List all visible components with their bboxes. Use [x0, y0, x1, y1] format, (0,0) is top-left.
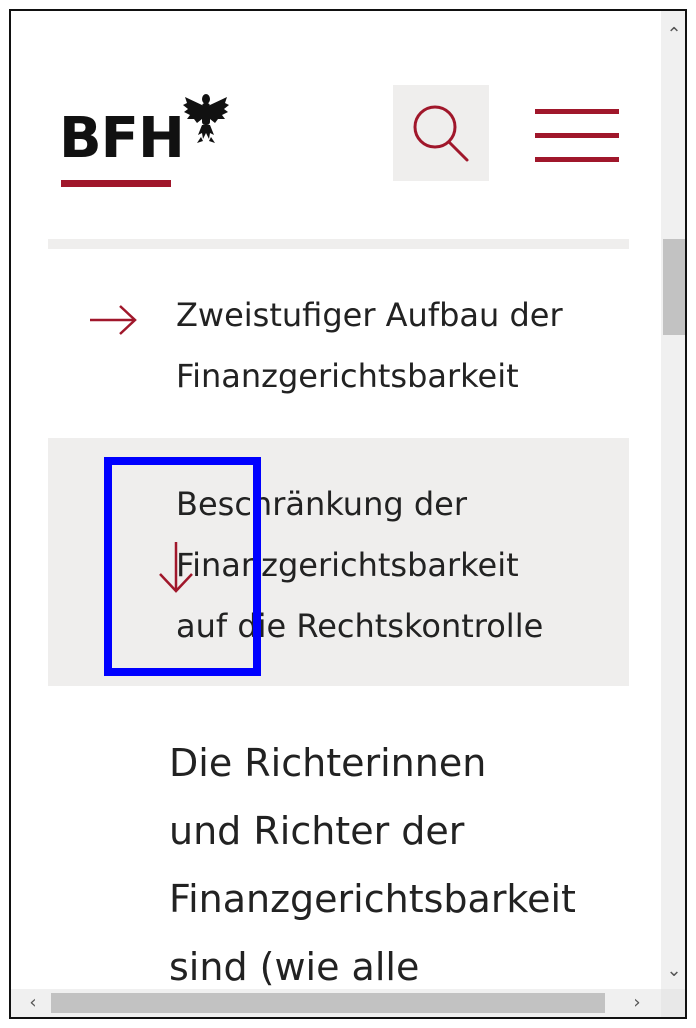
- hamburger-menu-icon: [535, 109, 619, 114]
- horizontal-scroll-thumb[interactable]: [51, 993, 605, 1013]
- nav-divider: [48, 239, 629, 249]
- search-button[interactable]: [393, 85, 489, 181]
- arrow-right-icon: [90, 305, 137, 335]
- vertical-scroll-thumb[interactable]: [663, 239, 685, 335]
- bfh-logo[interactable]: BFH: [59, 91, 239, 191]
- content-paragraph: Die Richterinnen und Richter der Finanzg…: [169, 741, 576, 989]
- highlight-box: [104, 457, 261, 676]
- scrollbar-corner: [661, 989, 685, 1017]
- horizontal-scrollbar[interactable]: ‹ ›: [11, 989, 661, 1017]
- browser-window: BFH Zweistufiger Aufbau der Finanzgerich…: [9, 9, 687, 1019]
- hamburger-line: [535, 133, 619, 138]
- logo-underline: [61, 180, 171, 187]
- hamburger-line: [535, 157, 619, 162]
- vertical-scrollbar[interactable]: ⌃ ⌄: [661, 11, 685, 991]
- federal-eagle-icon: [183, 94, 229, 143]
- logo-text: BFH: [59, 106, 185, 171]
- scroll-right-icon[interactable]: ›: [621, 989, 653, 1017]
- menu-button[interactable]: [531, 103, 619, 163]
- scroll-up-icon[interactable]: ⌃: [661, 15, 685, 55]
- nav-item-zweistufiger-aufbau[interactable]: Zweistufiger Aufbau der Finanzgerichtsba…: [48, 279, 629, 429]
- nav-item-label: Zweistufiger Aufbau der Finanzgerichtsba…: [176, 296, 563, 395]
- scroll-down-icon[interactable]: ⌄: [661, 951, 685, 991]
- page-viewport: BFH Zweistufiger Aufbau der Finanzgerich…: [11, 11, 661, 989]
- search-icon: [413, 105, 469, 162]
- scroll-left-icon[interactable]: ‹: [17, 989, 49, 1017]
